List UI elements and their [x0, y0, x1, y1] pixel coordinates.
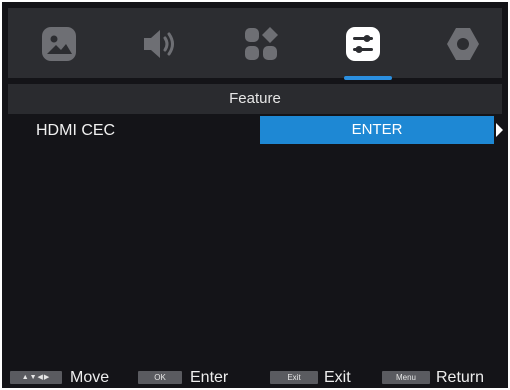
arrow-keys-icon: ▲▼◀▶ [10, 371, 62, 384]
chevron-right-icon [496, 123, 503, 137]
settings-icon[interactable] [444, 25, 482, 63]
section-header: Feature [8, 84, 502, 114]
apps-icon[interactable] [242, 25, 280, 63]
enter-hint: Enter [190, 369, 229, 386]
menu-key-icon: Menu [382, 371, 430, 384]
active-tab-indicator [344, 76, 392, 80]
return-hint: Return [436, 369, 485, 386]
exit-key-icon: Exit [270, 371, 318, 384]
exit-hint: Exit [324, 369, 351, 386]
sliders-icon[interactable] [344, 25, 382, 63]
tv-settings-screen: Feature HDMI CEC ENTER ▲▼◀▶ Move OK Ente… [2, 2, 508, 388]
move-hint: Move [70, 369, 110, 386]
speaker-icon[interactable] [140, 25, 178, 63]
key-hint-bar: ▲▼◀▶ Move OK Enter Exit Exit Menu Return [8, 368, 502, 388]
page-title: Feature [229, 90, 281, 107]
picture-icon[interactable] [40, 25, 78, 63]
enter-button[interactable]: ENTER [260, 116, 494, 144]
menu-item-label: HDMI CEC [36, 122, 116, 139]
ok-key-icon: OK [138, 371, 182, 384]
category-tab-bar [8, 8, 502, 80]
